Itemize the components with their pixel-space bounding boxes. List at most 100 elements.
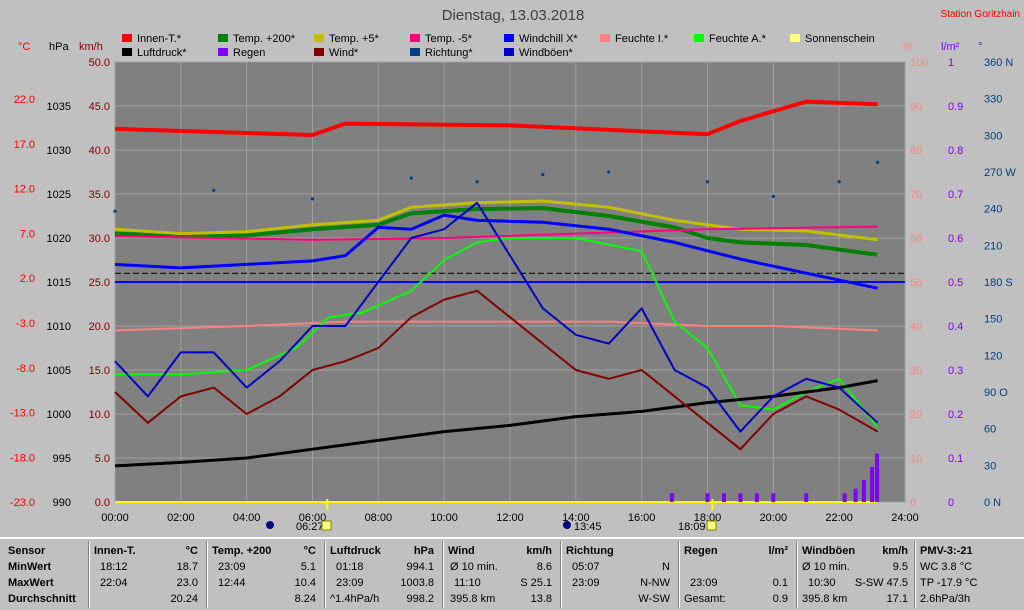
stats-innen-avg: 20.24	[170, 593, 198, 605]
time-tick: 00:00	[101, 512, 129, 524]
celsius-tick: 2.0	[20, 273, 35, 285]
time-tick: 24:00	[891, 512, 919, 524]
stats-col-regen: Regen l/m² 23:09 0.1 Gesamt: 0.9	[680, 539, 796, 610]
stats-col-pmv: PMV-3:-21 WC 3.8 °C TP -17.9 °C 2.6hPa/3…	[916, 539, 1024, 610]
statistics-table: Sensor MinWert MaxWert Durchschnitt Inne…	[0, 537, 1024, 610]
stats-temp-title: Temp. +200	[212, 545, 271, 557]
legend-label: Wind*	[329, 47, 359, 59]
celsius-tick: 7.0	[20, 228, 35, 240]
rain-bar	[670, 493, 674, 502]
time-tick: 08:00	[365, 512, 393, 524]
stats-boeen-distance: 395.8 km	[802, 593, 847, 605]
stats-col-druck: Luftdruck hPa 01:18 994.1 23:09 1003.8 ^…	[326, 539, 442, 610]
stats-richtung-min-val: N	[662, 561, 670, 573]
time-tick: 12:00	[496, 512, 524, 524]
stats-innen-unit: °C	[186, 545, 198, 557]
rain-tick: 0.6	[948, 233, 963, 245]
stats-pmv-trend: 2.6hPa/3h	[920, 593, 970, 605]
stats-temp-unit: °C	[304, 545, 316, 557]
stats-pmv-title: PMV-3:-21	[920, 545, 973, 557]
stats-pmv-dewpoint: TP -17.9 °C	[920, 577, 977, 589]
axis-unit: hPa	[49, 41, 69, 53]
stats-temp-min-val: 5.1	[301, 561, 316, 573]
legend-swatch	[410, 48, 420, 56]
legend-swatch	[504, 34, 514, 42]
percent-tick: 50	[910, 277, 922, 289]
stats-richtung-title: Richtung	[566, 545, 614, 557]
legend-label: Innen-T.*	[137, 33, 182, 45]
stats-druck-min-time: 01:18	[336, 561, 364, 573]
legend-label: Windchill X*	[519, 33, 578, 45]
kmh-tick: 15.0	[89, 365, 110, 377]
stats-druck-title: Luftdruck	[330, 545, 381, 557]
percent-tick: 60	[910, 233, 922, 245]
kmh-tick: 50.0	[89, 57, 110, 69]
kmh-tick: 25.0	[89, 277, 110, 289]
rain-tick: 0	[948, 497, 954, 509]
direction-tick: 150	[984, 314, 1002, 326]
hpa-tick: 1035	[47, 101, 71, 113]
direction-point	[113, 210, 116, 213]
stats-regen-total: 0.9	[773, 593, 788, 605]
legend-label: Richtung*	[425, 47, 473, 59]
stats-col-temp: Temp. +200 °C 23:09 5.1 12:44 10.4 8.24	[208, 539, 324, 610]
stats-druck-unit: hPa	[414, 545, 434, 557]
rain-bar	[706, 493, 710, 502]
direction-tick: 60	[984, 424, 996, 436]
rain-tick: 0.3	[948, 365, 963, 377]
legend-swatch	[694, 34, 704, 42]
legend-label: Temp. +5*	[329, 33, 380, 45]
legend-swatch	[122, 48, 132, 56]
hpa-tick: 990	[53, 497, 71, 509]
direction-point	[876, 161, 879, 164]
stats-col-sensor: Sensor MinWert MaxWert Durchschnitt	[0, 539, 88, 610]
legend-swatch	[218, 48, 228, 56]
direction-tick: 240	[984, 204, 1002, 216]
stats-regen-title: Regen	[684, 545, 718, 557]
time-tick: 02:00	[167, 512, 195, 524]
stats-regen-total-label: Gesamt:	[684, 593, 726, 605]
stats-boeen-min-val: 9.5	[893, 561, 908, 573]
percent-tick: 70	[910, 189, 922, 201]
stats-wind-max-val: S 25.1	[520, 577, 552, 589]
stats-richtung-min-time: 05:07	[572, 561, 600, 573]
celsius-tick: -13.0	[10, 408, 35, 420]
percent-tick: 30	[910, 365, 922, 377]
sunrise-time: 06:27	[296, 521, 324, 533]
stats-wind-max-time: 11:10	[454, 577, 481, 589]
stats-avg-label: Durchschnitt	[8, 593, 76, 605]
celsius-tick: 17.0	[14, 139, 35, 151]
direction-point	[541, 173, 544, 176]
rain-bar	[771, 493, 775, 502]
stats-boeen-max-time: 10:30	[808, 577, 836, 589]
stats-min-label: MinWert	[8, 561, 51, 573]
stats-innen-title: Innen-T.	[94, 545, 136, 557]
stats-temp-avg: 8.24	[295, 593, 316, 605]
hpa-tick: 1030	[47, 145, 71, 157]
axis-unit: km/h	[79, 41, 103, 53]
celsius-tick: 12.0	[14, 184, 35, 196]
chart-area: Dienstag, 13.03.2018 Station Goritzhain …	[0, 0, 1024, 537]
kmh-tick: 45.0	[89, 101, 110, 113]
direction-tick: 210	[984, 240, 1002, 252]
hpa-tick: 1000	[47, 409, 71, 421]
direction-tick: 0 N	[984, 497, 1001, 509]
percent-tick: 20	[910, 409, 922, 421]
legend-swatch	[122, 34, 132, 42]
stats-boeen-min-label: Ø 10 min.	[802, 561, 850, 573]
legend-swatch	[218, 34, 228, 42]
kmh-tick: 30.0	[89, 233, 110, 245]
direction-tick: 360 N	[984, 57, 1013, 69]
rain-bar	[875, 454, 879, 502]
stats-innen-max-val: 23.0	[177, 577, 198, 589]
stats-boeen-avg: 17.1	[887, 593, 908, 605]
rain-tick: 0.1	[948, 453, 963, 465]
rain-tick: 0.9	[948, 101, 963, 113]
stats-wind-distance: 395.8 km	[450, 593, 495, 605]
direction-point	[838, 180, 841, 183]
rain-tick: 0.7	[948, 189, 963, 201]
stats-col-boeen: Windböen km/h Ø 10 min. 9.5 10:30 S-SW 4…	[798, 539, 914, 610]
stats-temp-max-time: 12:44	[218, 577, 246, 589]
legend-label: Luftdruck*	[137, 47, 187, 59]
sunset-icon	[707, 521, 716, 530]
